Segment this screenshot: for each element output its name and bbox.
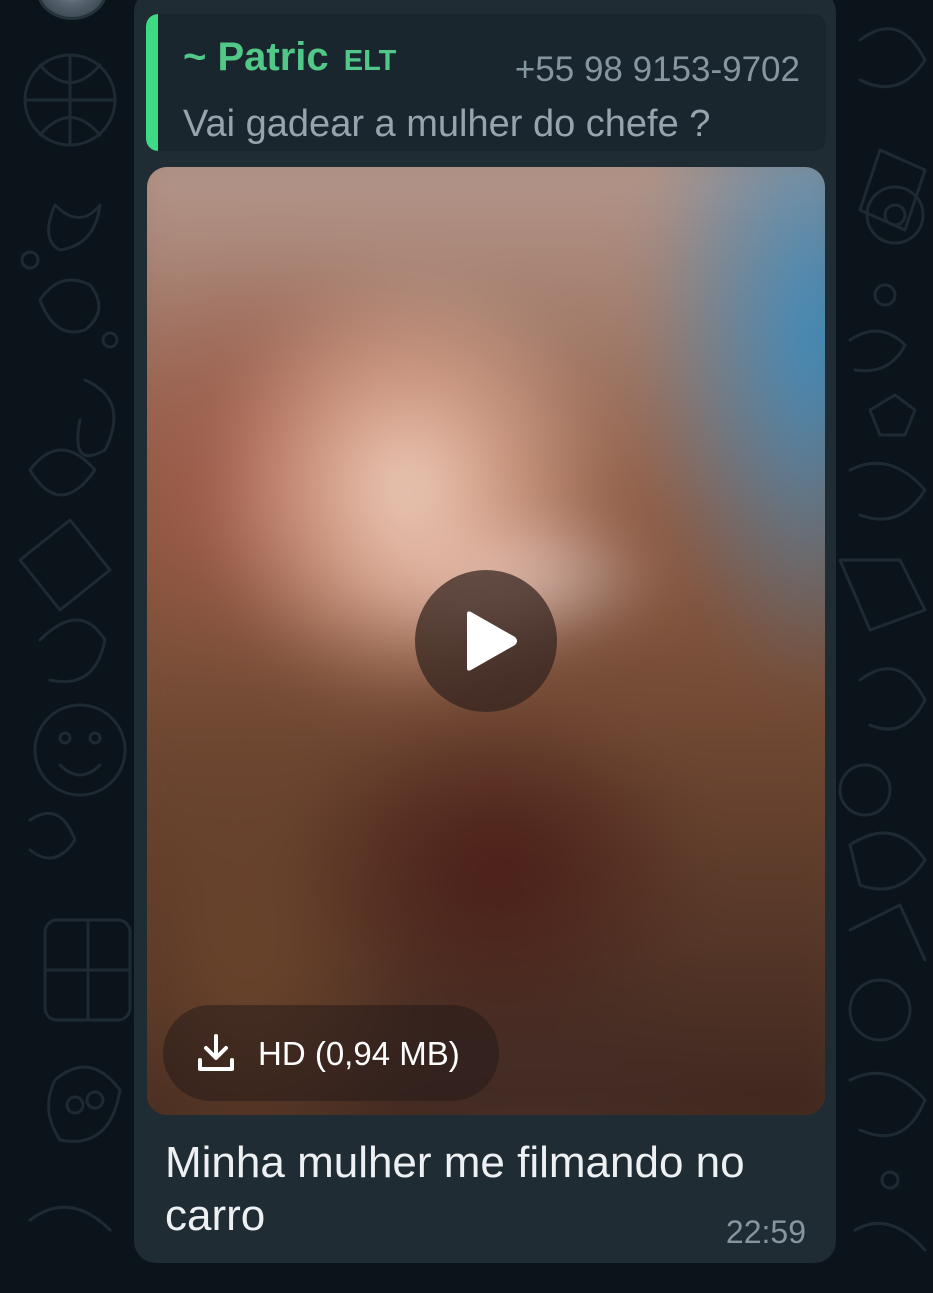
quoted-sender-tag: ELT [343, 45, 397, 77]
download-size-label: HD (0,94 MB) [258, 1035, 460, 1072]
play-button[interactable] [415, 570, 557, 712]
play-icon [467, 611, 517, 671]
quoted-sender-phone: +55 98 9153-9702 [514, 50, 800, 89]
video-thumbnail[interactable]: HD (0,94 MB) [147, 167, 825, 1115]
message-caption: Minha mulher me filmando no carro [165, 1138, 745, 1240]
quoted-sender: ~ Patric ELT [183, 35, 396, 80]
quote-accent-bar [146, 14, 158, 151]
download-button[interactable]: HD (0,94 MB) [163, 1005, 499, 1101]
download-icon [198, 1034, 234, 1071]
sender-avatar[interactable] [36, 0, 108, 20]
quoted-message[interactable]: ~ Patric ELT +55 98 9153-9702 Vai gadear… [146, 14, 826, 151]
quoted-message-text: Vai gadear a mulher do chefe ? [183, 103, 711, 145]
message-time: 22:59 [725, 1214, 806, 1250]
quoted-sender-name: ~ Patric [183, 35, 329, 79]
